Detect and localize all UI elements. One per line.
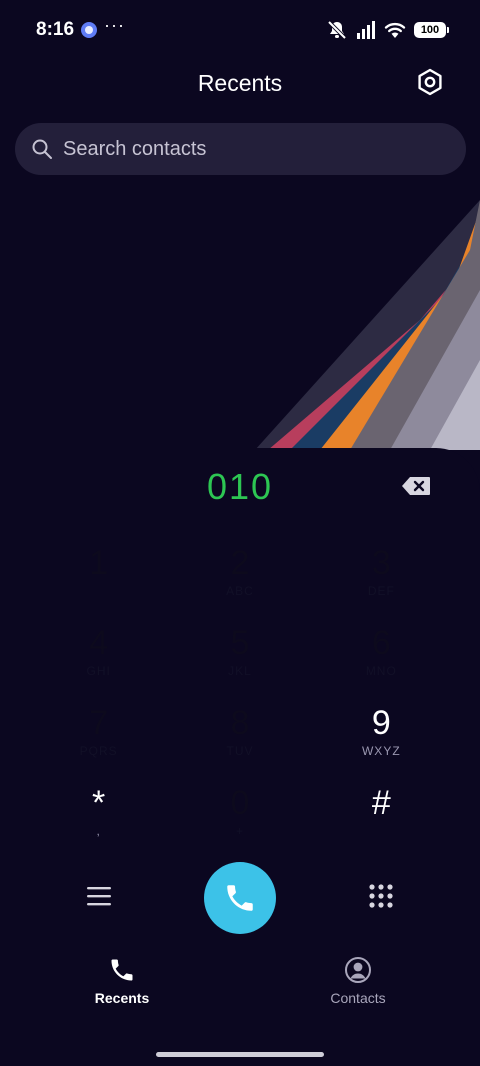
more-notifications-icon: ··· — [104, 15, 125, 35]
keypad: 1 2 ABC 3 DEF 4 GHI 5 JKL 6 MNO 7 PQRS 8 TUV 9W… — [28, 536, 452, 856]
key-0[interactable]: 0 + — [169, 776, 310, 856]
phone-icon — [227, 885, 253, 911]
menu-icon — [87, 887, 111, 906]
settings-hexagon-icon — [418, 68, 442, 96]
phone-icon — [111, 959, 133, 981]
menu-button[interactable] — [80, 878, 118, 914]
home-indicator[interactable] — [156, 1052, 324, 1057]
contact-icon — [345, 957, 371, 983]
key-hash[interactable]: # — [311, 776, 452, 856]
search-bar[interactable] — [15, 123, 466, 175]
search-icon — [31, 138, 53, 160]
key-9[interactable]: 9 WXYZ — [311, 696, 452, 776]
key-2[interactable]: 2 ABC — [169, 536, 310, 616]
call-button[interactable] — [204, 862, 276, 934]
backspace-button[interactable] — [400, 474, 432, 498]
tab-label: Contacts — [330, 990, 386, 1006]
search-input[interactable] — [63, 137, 466, 161]
signal-icon — [356, 21, 376, 39]
status-time: 8:16 — [36, 19, 75, 40]
mute-icon — [326, 20, 348, 40]
backspace-icon — [402, 477, 430, 495]
tab-recents[interactable]: Recents — [62, 956, 182, 1006]
key-1[interactable]: 1 — [28, 536, 169, 616]
wifi-icon — [384, 21, 406, 39]
dialer-screen: 8:16 ··· 100 Recents Search contacts 010… — [0, 0, 480, 1066]
page-title: Recents — [197, 70, 283, 96]
tab-contacts[interactable]: Contacts — [298, 956, 418, 1006]
tab-label: Recents — [94, 990, 150, 1006]
key-7[interactable]: 7 PQRS — [28, 696, 169, 776]
battery-icon: 100 — [414, 22, 449, 38]
status-bar: 8:16 ··· 100 — [0, 0, 480, 60]
key-star[interactable]: *, — [28, 776, 169, 856]
app-notification-icon — [81, 22, 97, 38]
key-3[interactable]: 3 DEF — [311, 536, 452, 616]
key-4[interactable]: 4 GHI — [28, 616, 169, 696]
settings-button[interactable] — [414, 66, 446, 98]
status-icons: 100 — [326, 18, 449, 42]
dialpad-icon — [369, 884, 393, 908]
key-5[interactable]: 5 JKL — [169, 616, 310, 696]
key-6[interactable]: 6 MNO — [311, 616, 452, 696]
dialpad-toggle-button[interactable] — [362, 878, 400, 914]
key-8[interactable]: 8 TUV — [169, 696, 310, 776]
